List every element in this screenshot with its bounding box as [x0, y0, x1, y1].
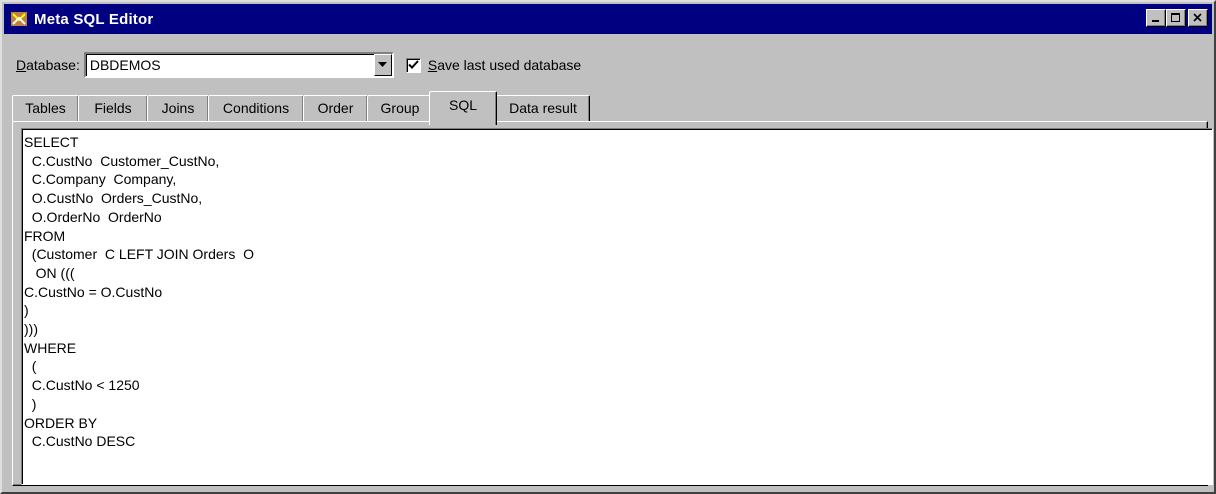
- save-label-accel: S: [427, 57, 438, 73]
- tab-data-result[interactable]: Data result: [496, 95, 590, 123]
- save-label-text: ave last used database: [437, 57, 582, 73]
- database-dropdown-button[interactable]: [373, 54, 392, 76]
- maximize-icon: [1171, 13, 1180, 22]
- sql-text-area[interactable]: SELECT C.CustNo Customer_CustNo, C.Compa…: [21, 128, 1213, 485]
- tab-order[interactable]: Order: [303, 95, 368, 123]
- window-title: Meta SQL Editor: [34, 10, 154, 28]
- tab-joins[interactable]: Joins: [147, 95, 209, 123]
- sql-line: C.CustNo DESC: [24, 433, 136, 450]
- sql-line: C.CustNo Customer_CustNo,: [24, 152, 220, 169]
- sql-line: C.CustNo < 1250: [24, 377, 140, 394]
- sql-line: SELECT: [24, 134, 79, 150]
- sql-line: FROM: [24, 227, 66, 244]
- minimize-icon: [1152, 20, 1159, 22]
- sql-line: C.CustNo = O.CustNo: [24, 283, 163, 300]
- close-icon: [1193, 13, 1202, 22]
- sql-line: ORDER BY: [24, 414, 98, 431]
- sql-line: ))): [24, 321, 38, 338]
- sql-line: (: [24, 358, 37, 375]
- sql-line: ): [24, 395, 37, 412]
- save-last-db-option[interactable]: Save last used database: [405, 57, 581, 73]
- database-label: Database:: [16, 57, 80, 73]
- minimize-button[interactable]: [1146, 9, 1166, 27]
- sql-line: ): [24, 302, 29, 319]
- sql-line: C.Company Company,: [24, 171, 177, 188]
- tab-sql[interactable]: SQL: [429, 91, 497, 125]
- tab-group[interactable]: Group: [367, 95, 433, 123]
- sql-line: ON (((: [24, 264, 75, 281]
- database-combobox-value: DBDEMOS: [89, 57, 161, 73]
- close-button[interactable]: [1188, 9, 1208, 27]
- sql-line: O.OrderNo OrderNo: [24, 208, 162, 225]
- maximize-button[interactable]: [1166, 9, 1186, 27]
- meta-sql-editor-window: Meta SQL Editor Database: DBDEMOS Save l…: [0, 0, 1216, 494]
- save-last-db-checkbox[interactable]: [405, 57, 421, 73]
- sql-line: O.CustNo Orders_CustNo,: [24, 190, 203, 207]
- app-icon[interactable]: [9, 9, 29, 29]
- sql-line: (Customer C LEFT JOIN Orders O: [24, 246, 255, 263]
- tab-tables[interactable]: Tables: [12, 95, 79, 123]
- chevron-down-icon: [378, 62, 388, 67]
- database-label-accel: D: [16, 57, 27, 73]
- sql-text: SELECT C.CustNo Customer_CustNo, C.Compa…: [24, 133, 254, 451]
- checkmark-icon: [408, 60, 419, 69]
- tab-fields[interactable]: Fields: [78, 95, 148, 123]
- title-bar[interactable]: Meta SQL Editor: [4, 4, 1212, 34]
- save-last-db-label: Save last used database: [428, 57, 581, 73]
- database-combobox[interactable]: DBDEMOS: [83, 52, 394, 78]
- tab-panel-sql: SELECT C.CustNo Customer_CustNo, C.Compa…: [12, 121, 1213, 486]
- database-label-text: atabase:: [26, 57, 80, 73]
- sql-line: WHERE: [24, 339, 77, 356]
- tab-conditions[interactable]: Conditions: [208, 95, 304, 123]
- window-controls: [1146, 9, 1208, 27]
- database-row: Database: DBDEMOS Save last used databas…: [16, 52, 581, 78]
